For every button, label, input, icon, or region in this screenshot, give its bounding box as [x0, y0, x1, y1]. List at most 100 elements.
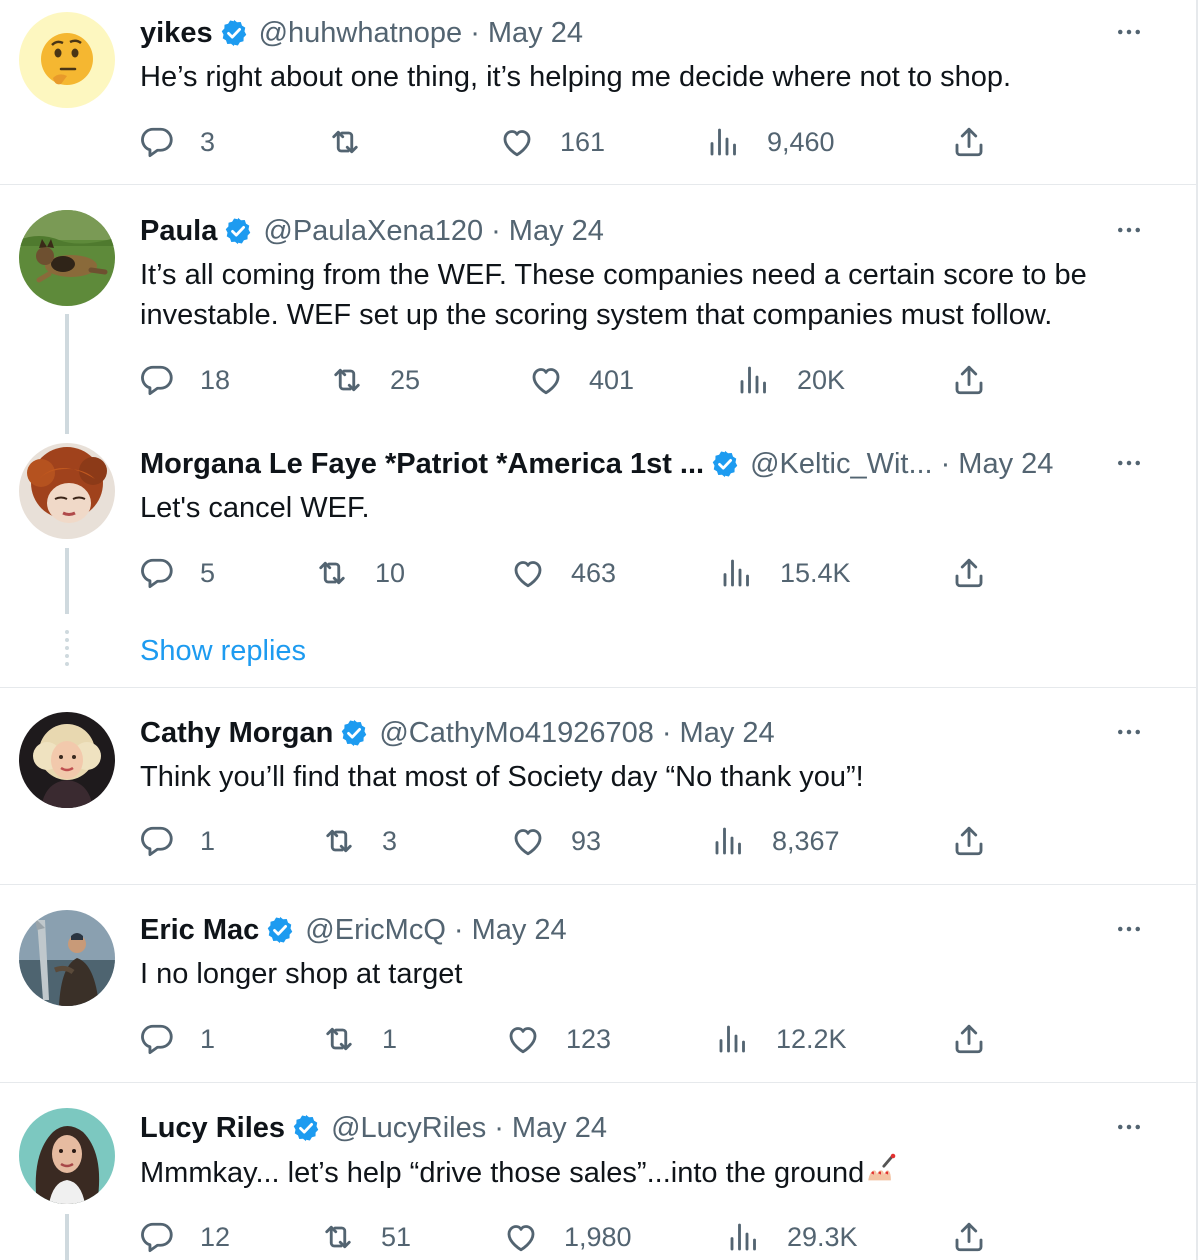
user-handle[interactable]: @huhwhatnope	[259, 17, 463, 50]
bar-chart-icon	[726, 1219, 762, 1255]
avatar[interactable]	[19, 1108, 115, 1204]
reply-button[interactable]: 1	[139, 1021, 215, 1057]
verified-badge-icon	[291, 1113, 321, 1143]
avatar[interactable]	[19, 910, 115, 1006]
reply-icon	[139, 823, 175, 859]
more-options-icon[interactable]	[1114, 1112, 1144, 1142]
reply-count: 12	[200, 1221, 231, 1252]
tweet-actions: 5 10 463 15.4K	[139, 555, 1139, 591]
share-icon	[951, 362, 987, 398]
views-button[interactable]: 8,367	[711, 823, 840, 859]
share-button[interactable]	[951, 555, 987, 591]
reply-count: 1	[200, 1023, 216, 1054]
tweet-date[interactable]: May 24	[680, 717, 775, 750]
avatar[interactable]	[19, 210, 115, 306]
tweet[interactable]: yikes @huhwhatnope · May 24 He’s right a…	[0, 0, 1196, 184]
user-handle[interactable]: @Keltic_Wit...	[750, 448, 933, 481]
reply-count: 3	[200, 126, 216, 157]
views-button[interactable]: 9,460	[706, 124, 835, 160]
retweet-button[interactable]	[327, 124, 388, 160]
more-options-icon[interactable]	[1114, 717, 1144, 747]
tweet-text: Mmmkay... let’s help “drive those sales”…	[140, 1152, 898, 1193]
tweet-date[interactable]: May 24	[509, 215, 604, 248]
display-name[interactable]: Morgana Le Faye *Patriot *America 1st ..…	[140, 448, 704, 481]
display-name[interactable]: yikes	[140, 17, 213, 50]
bar-chart-icon	[715, 1021, 751, 1057]
avatar[interactable]	[19, 12, 115, 108]
reply-button[interactable]: 1	[139, 823, 215, 859]
user-handle[interactable]: @EricMcQ	[305, 914, 446, 947]
verified-badge-icon	[710, 449, 740, 479]
reply-count: 1	[200, 825, 216, 856]
nail-polish-emoji-icon	[868, 1153, 896, 1181]
share-icon	[951, 555, 987, 591]
share-button[interactable]	[951, 1219, 987, 1255]
view-count: 20K	[797, 364, 846, 395]
like-button[interactable]: 161	[499, 124, 605, 160]
avatar[interactable]	[19, 712, 115, 808]
retweet-count: 51	[381, 1221, 412, 1252]
like-button[interactable]: 463	[510, 555, 616, 591]
tweet-date[interactable]: May 24	[958, 448, 1053, 481]
views-button[interactable]: 12.2K	[715, 1021, 847, 1057]
like-button[interactable]: 401	[528, 362, 634, 398]
reply-button[interactable]: 5	[139, 555, 215, 591]
bar-chart-icon	[736, 362, 772, 398]
bar-chart-icon	[719, 555, 755, 591]
tweet-date[interactable]: May 24	[472, 914, 567, 947]
share-button[interactable]	[951, 124, 987, 160]
retweet-button[interactable]: 25	[329, 362, 420, 398]
user-handle[interactable]: @CathyMo41926708	[379, 717, 654, 750]
display-name[interactable]: Eric Mac	[140, 914, 259, 947]
retweet-count: 25	[390, 364, 421, 395]
tweet[interactable]: Cathy Morgan @CathyMo41926708 · May 24 T…	[0, 688, 1196, 884]
retweet-button[interactable]: 3	[321, 823, 397, 859]
heart-icon	[503, 1219, 539, 1255]
like-button[interactable]: 93	[510, 823, 601, 859]
view-count: 12.2K	[776, 1023, 847, 1054]
tweet[interactable]: Paula @PaulaXena120 · May 24 It’s all co…	[0, 185, 1196, 421]
user-handle[interactable]: @LucyRiles	[331, 1112, 486, 1145]
reply-icon	[139, 362, 175, 398]
reply-icon	[139, 555, 175, 591]
share-button[interactable]	[951, 1021, 987, 1057]
reply-button[interactable]: 12	[139, 1219, 230, 1255]
like-button[interactable]: 123	[505, 1021, 611, 1057]
reply-button[interactable]: 18	[139, 362, 230, 398]
retweet-button[interactable]: 10	[314, 555, 405, 591]
thinking-face-emoji-icon	[19, 12, 115, 108]
tweet-date[interactable]: May 24	[488, 17, 583, 50]
views-button[interactable]: 29.3K	[726, 1219, 858, 1255]
like-button[interactable]: 1,980	[503, 1219, 632, 1255]
more-options-icon[interactable]	[1114, 448, 1144, 478]
retweet-button[interactable]: 51	[320, 1219, 411, 1255]
show-replies-link[interactable]: Show replies	[140, 631, 306, 671]
display-name[interactable]: Paula	[140, 215, 217, 248]
tweet-date[interactable]: May 24	[512, 1112, 607, 1145]
reply-button[interactable]: 3	[139, 124, 215, 160]
user-handle[interactable]: @PaulaXena120	[263, 215, 483, 248]
more-options-icon[interactable]	[1114, 914, 1144, 944]
more-options-icon[interactable]	[1114, 215, 1144, 245]
display-name[interactable]: Cathy Morgan	[140, 717, 333, 750]
share-button[interactable]	[951, 823, 987, 859]
tweet-text-line: It’s all coming from the WEF. These comp…	[140, 259, 1087, 291]
like-count: 93	[571, 825, 602, 856]
tweet-text: It’s all coming from the WEF. These comp…	[140, 255, 1087, 335]
avatar[interactable]	[19, 443, 115, 539]
share-button[interactable]	[951, 362, 987, 398]
tweet-header: Cathy Morgan @CathyMo41926708 · May 24	[140, 713, 775, 753]
tweet[interactable]: Eric Mac @EricMcQ · May 24 I no longer s…	[0, 885, 1196, 1082]
views-button[interactable]: 20K	[736, 362, 845, 398]
red-haired-woman-photo-icon	[19, 443, 115, 539]
tweet[interactable]: Lucy Riles @LucyRiles · May 24 Mmmkay...…	[0, 1083, 1196, 1260]
more-options-icon[interactable]	[1114, 17, 1144, 47]
verified-badge-icon	[223, 216, 253, 246]
display-name[interactable]: Lucy Riles	[140, 1112, 285, 1145]
separator-dot: ·	[940, 447, 951, 480]
tweet-text: Let's cancel WEF.	[140, 488, 370, 528]
tweet-actions: 12 51 1,980 29.3K	[139, 1219, 1139, 1255]
retweet-button[interactable]: 1	[321, 1021, 397, 1057]
views-button[interactable]: 15.4K	[719, 555, 851, 591]
like-count: 123	[566, 1023, 612, 1054]
